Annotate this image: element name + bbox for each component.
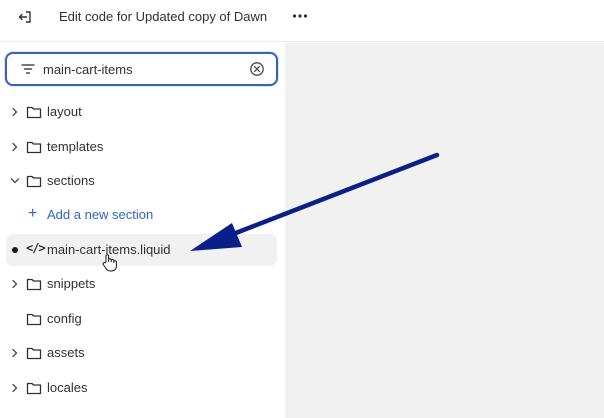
tree-folder-assets[interactable]: assets [6, 337, 277, 369]
file-search [5, 52, 278, 86]
tree-folder-layout[interactable]: layout [6, 96, 277, 128]
folder-icon [26, 382, 42, 395]
tree-item-label: sections [47, 173, 95, 188]
editor-area [285, 43, 604, 418]
tree-folder-snippets[interactable]: snippets [6, 268, 277, 300]
chevron-right-icon [12, 279, 18, 289]
tree-item-label: config [47, 311, 82, 326]
tree-item-label: layout [47, 104, 82, 119]
tree-file-main-cart-items[interactable]: </> main-cart-items.liquid [6, 234, 277, 266]
add-section-label: Add a new section [47, 207, 154, 222]
tree-folder-sections[interactable]: sections [6, 165, 277, 197]
add-new-section-link[interactable]: + Add a new section [6, 199, 277, 231]
chevron-right-icon [12, 383, 18, 393]
tree-item-label: locales [47, 380, 88, 395]
tree-folder-templates[interactable]: templates [6, 131, 277, 163]
tree-folder-locales[interactable]: locales [6, 372, 277, 404]
plus-icon: + [28, 205, 38, 222]
tree-item-label: assets [47, 345, 85, 360]
exit-icon [18, 11, 31, 23]
unsaved-indicator [12, 247, 18, 253]
exit-button[interactable] [14, 6, 36, 28]
folder-icon [26, 278, 42, 291]
search-input[interactable] [43, 59, 243, 79]
folder-icon [26, 175, 42, 188]
more-horizontal-icon [292, 14, 308, 18]
hand-pointer-icon [102, 254, 117, 272]
top-bar: Edit code for Updated copy of Dawn [0, 0, 604, 42]
tree-folder-config[interactable]: config [6, 303, 277, 335]
code-icon: </> [26, 241, 46, 255]
chevron-right-icon [12, 142, 18, 152]
page-title: Edit code for Updated copy of Dawn [59, 9, 268, 24]
filter-icon [21, 64, 35, 74]
tree-item-label: snippets [47, 276, 96, 291]
tree-item-label: templates [47, 139, 104, 154]
chevron-right-icon [12, 348, 18, 358]
folder-icon [26, 141, 42, 154]
chevron-right-icon [12, 107, 18, 117]
chevron-down-icon [10, 178, 20, 184]
folder-icon [26, 347, 42, 360]
more-actions-button[interactable] [289, 6, 311, 26]
folder-icon [26, 106, 42, 119]
folder-icon [26, 313, 42, 326]
clear-search-icon[interactable] [249, 61, 265, 77]
